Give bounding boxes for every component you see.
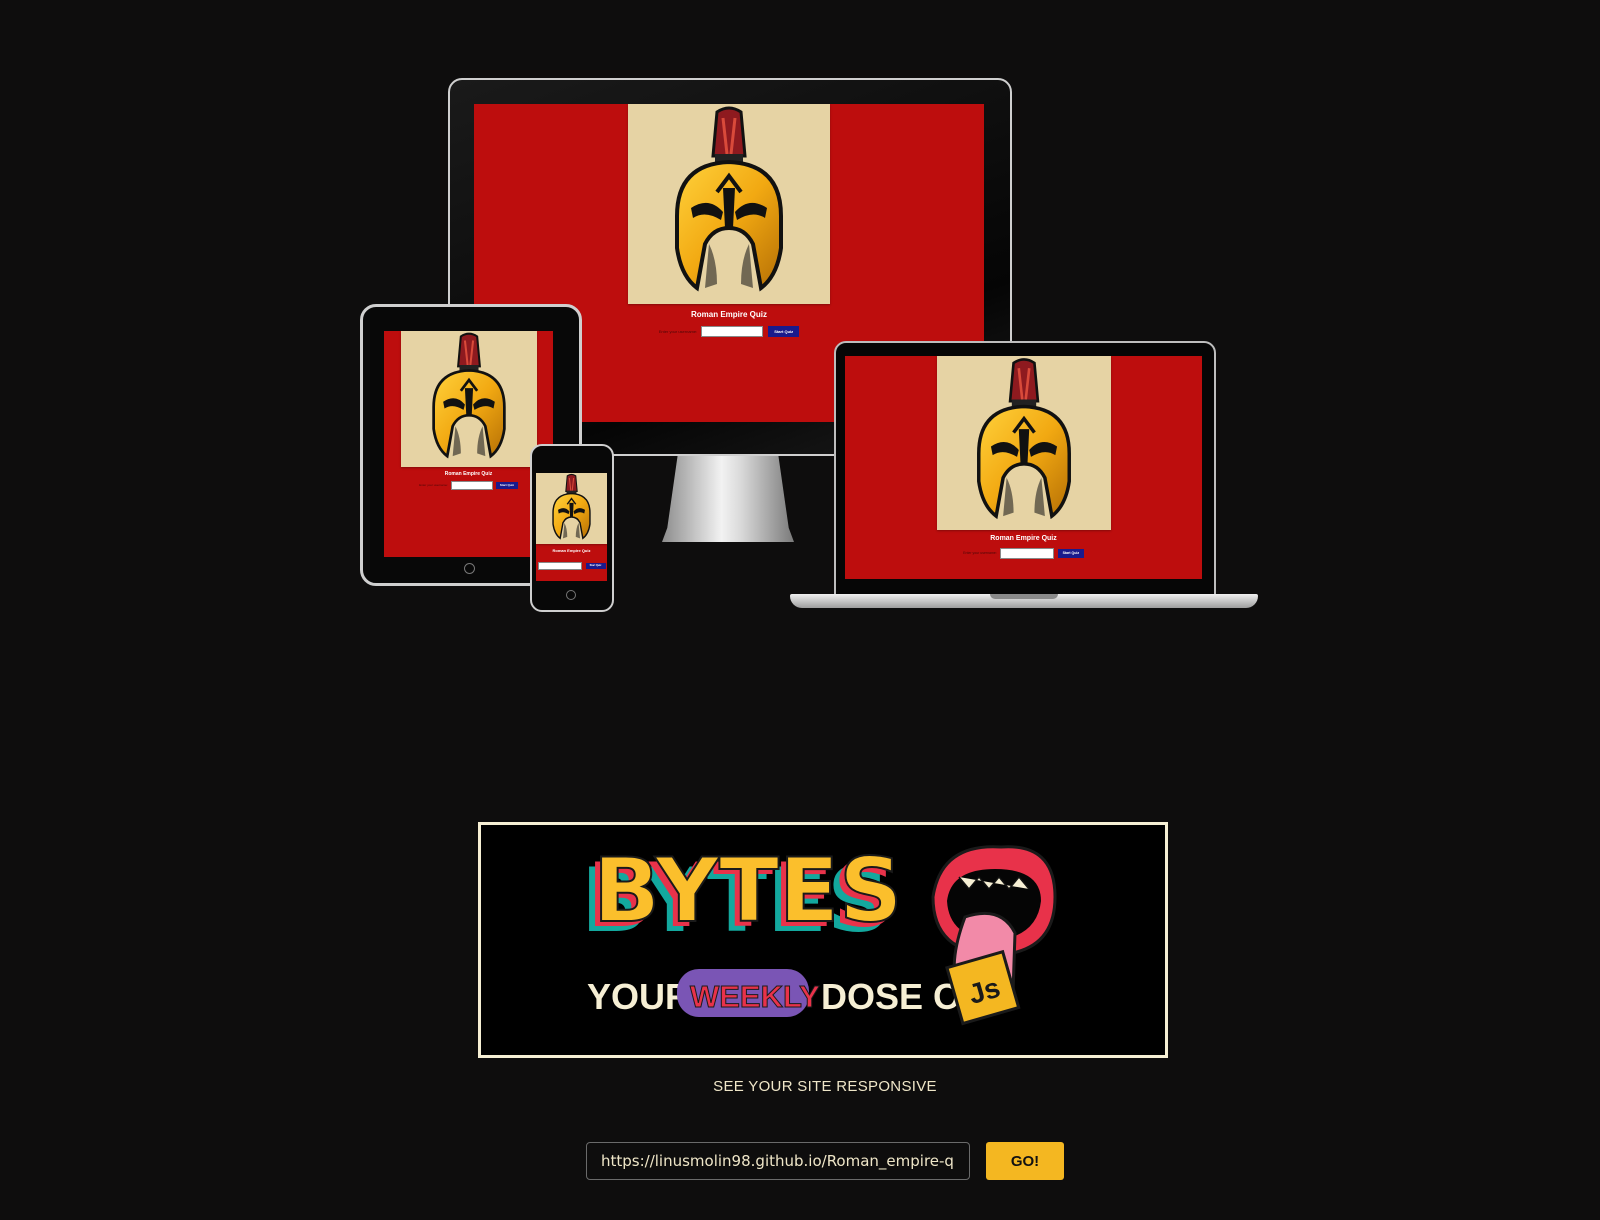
start-quiz-button[interactable]: Start Quiz [1057,548,1084,558]
spartan-helmet-icon [536,473,607,544]
username-form: Enter your username: Start Quiz [384,480,553,490]
start-quiz-button[interactable]: Start Quiz [585,562,606,569]
url-input[interactable] [586,1142,970,1180]
quiz-title: Roman Empire Quiz [444,471,493,477]
laptop-notch [990,594,1058,599]
monitor-stand [662,454,794,542]
subtitle-weekly: WEEKLY [690,979,820,1014]
page: Roman Empire Quiz Enter your username: S… [0,0,1600,1220]
username-label: Enter your username: [658,329,698,334]
start-quiz-button[interactable]: Start Quiz [768,326,800,337]
bytes-title: BYTES [593,839,903,942]
tagline: SEE YOUR SITE RESPONSIVE [713,1078,937,1095]
start-quiz-button[interactable]: Start Quiz [495,481,518,489]
hero-image [628,104,830,304]
hero-image [401,331,537,467]
spartan-helmet-icon [937,356,1111,530]
username-label: Enter your username: [963,551,997,555]
laptop-screen: Roman Empire Quiz Enter your username: S… [845,356,1202,579]
spartan-helmet-icon [628,104,830,304]
username-input[interactable] [537,561,582,570]
username-form: Start Quiz [536,561,607,570]
username-input[interactable] [450,480,493,490]
username-input[interactable] [999,547,1054,559]
username-label: Enter your username: [419,483,448,487]
tablet-screen: Roman Empire Quiz Enter your username: S… [384,331,553,557]
bytes-banner: BYTES BYTES BYTES YOUR WEEKLY DOSE OF Js [478,822,1168,1058]
hero-image [937,356,1111,530]
go-button[interactable]: GO! [986,1142,1064,1180]
tablet-home-button [464,563,475,574]
subtitle-your: YOUR [587,976,691,1017]
username-form: Enter your username: Start Quiz [845,547,1202,559]
hero-image [536,473,607,544]
phone-home-button [566,590,576,600]
quiz-title: Roman Empire Quiz [552,548,591,553]
spartan-helmet-icon [401,331,537,467]
bytes-logo: BYTES BYTES BYTES YOUR WEEKLY DOSE OF Js [581,838,1057,1026]
username-input[interactable] [701,326,764,337]
quiz-title: Roman Empire Quiz [990,535,1057,542]
phone-screen: Roman Empire Quiz Start Quiz [536,473,607,581]
